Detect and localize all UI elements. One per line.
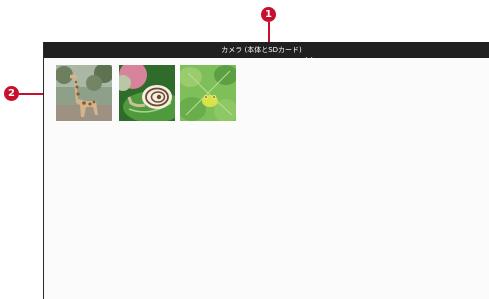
thumbnail-snail[interactable] xyxy=(119,65,175,121)
title-bar: カメラ (本体とSDカード) xyxy=(44,42,489,62)
chevron-down-icon xyxy=(305,47,313,62)
thumbnail-giraffe[interactable] xyxy=(56,65,112,121)
callout-marker-2: 2 xyxy=(4,86,19,101)
gallery-screen: カメラ (本体とSDカード) xyxy=(43,42,489,299)
callout-marker-1: 1 xyxy=(261,7,276,22)
album-title: カメラ (本体とSDカード) xyxy=(221,46,302,54)
thumbnail-frog[interactable] xyxy=(180,65,236,121)
album-selector[interactable]: カメラ (本体とSDカード) xyxy=(221,42,313,62)
